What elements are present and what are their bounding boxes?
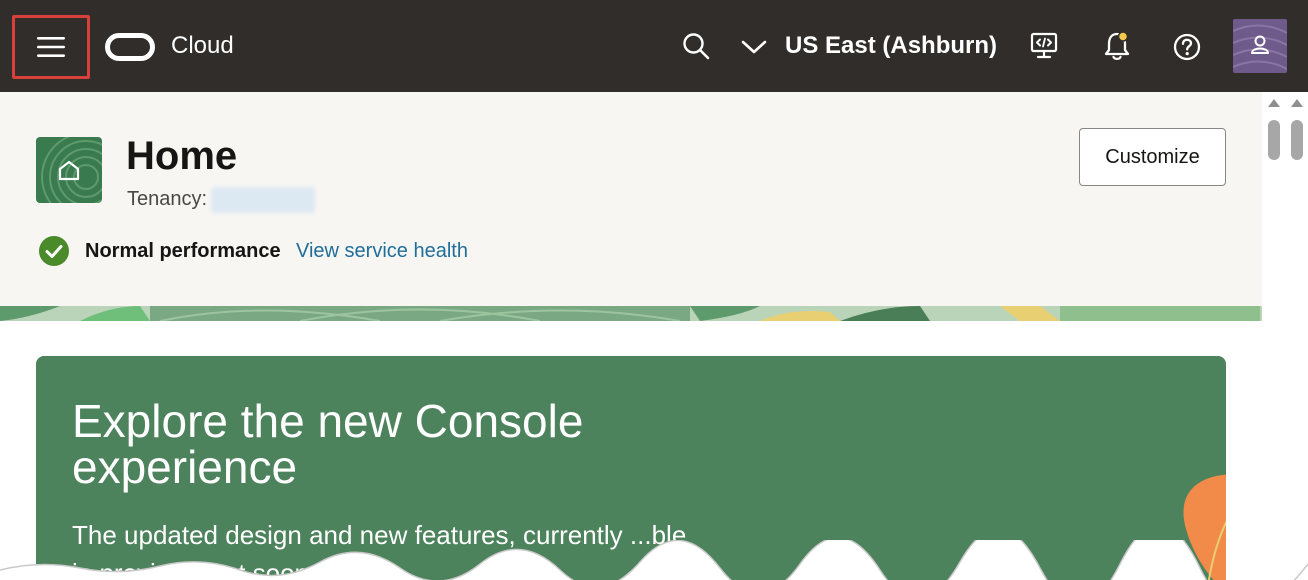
tenancy-label: Tenancy: <box>127 188 208 210</box>
hamburger-menu-icon <box>37 37 65 57</box>
help-icon <box>1173 33 1201 61</box>
promo-title: Explore the new Console experience <box>72 395 584 493</box>
notifications-button[interactable] <box>1100 28 1134 64</box>
scroll-up-arrow-icon[interactable] <box>1267 98 1281 108</box>
home-icon <box>41 137 102 203</box>
torn-edge-decoration <box>0 540 1308 580</box>
top-navigation-bar: Cloud US East (Ashburn) <box>0 0 1308 92</box>
navigation-menu-button[interactable] <box>12 15 90 79</box>
scroll-up-arrow-icon[interactable] <box>1290 98 1304 108</box>
scrollbar-thumb[interactable] <box>1291 120 1303 160</box>
check-circle-icon <box>39 236 69 266</box>
region-selector[interactable]: US East (Ashburn) <box>785 30 997 62</box>
vertical-scrollbar[interactable] <box>1262 92 1308 580</box>
developer-tools-button[interactable] <box>1028 30 1060 62</box>
help-button[interactable] <box>1170 30 1204 64</box>
tenancy-name-redacted <box>211 187 315 213</box>
search-button[interactable] <box>680 30 712 62</box>
scrollbar-thumb[interactable] <box>1268 120 1280 160</box>
view-service-health-link[interactable]: View service health <box>296 238 468 264</box>
oracle-logo[interactable] <box>105 33 155 61</box>
bell-icon <box>1104 31 1130 61</box>
page-header: Home Tenancy: Customize Normal performan… <box>0 92 1262 306</box>
brand-name[interactable]: Cloud <box>171 30 234 62</box>
user-profile-button[interactable] <box>1233 19 1287 73</box>
chevron-down-icon <box>741 40 767 54</box>
home-page-icon <box>36 137 102 203</box>
developer-tools-icon <box>1030 32 1058 59</box>
user-avatar-icon <box>1233 24 1287 70</box>
region-selector-toggle[interactable] <box>738 32 770 62</box>
decorative-banner <box>0 306 1262 321</box>
search-icon <box>683 33 710 60</box>
service-health-status: Normal performance <box>85 240 281 262</box>
customize-button[interactable]: Customize <box>1079 128 1226 186</box>
page-title: Home <box>126 134 238 178</box>
decorative-pattern <box>0 306 1260 321</box>
